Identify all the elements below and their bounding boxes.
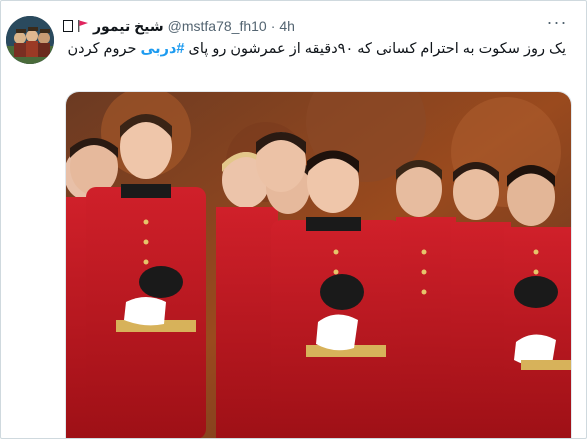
red-flag-icon bbox=[78, 20, 88, 32]
tweet-text-part2: حروم کردن bbox=[67, 41, 141, 57]
author-handle[interactable]: @mstfa78_fh10 bbox=[168, 18, 267, 34]
avatar-image bbox=[6, 16, 54, 64]
tweet-card[interactable]: شیخ تیمور @mstfa78_fh10 · 4h ··· یک روز … bbox=[0, 0, 587, 439]
hashtag-link[interactable]: #دربی bbox=[141, 41, 185, 57]
tweet-text: یک روز سکوت به احترام کسانی که ۹۰دقیقه ا… bbox=[66, 40, 566, 59]
avatar[interactable] bbox=[6, 16, 54, 64]
guards-photo bbox=[66, 92, 571, 438]
more-options-icon[interactable]: ··· bbox=[546, 11, 568, 33]
empty-box-glyph bbox=[63, 20, 73, 32]
author-name[interactable]: شیخ تیمور bbox=[93, 18, 164, 35]
separator-dot: · bbox=[270, 18, 276, 34]
tweet-text-part1: یک روز سکوت به احترام کسانی که ۹۰دقیقه ا… bbox=[184, 41, 566, 57]
tweet-header: شیخ تیمور @mstfa78_fh10 · 4h bbox=[63, 17, 295, 35]
tweet-media-image[interactable] bbox=[65, 91, 572, 438]
tweet-timestamp[interactable]: 4h bbox=[279, 18, 295, 34]
